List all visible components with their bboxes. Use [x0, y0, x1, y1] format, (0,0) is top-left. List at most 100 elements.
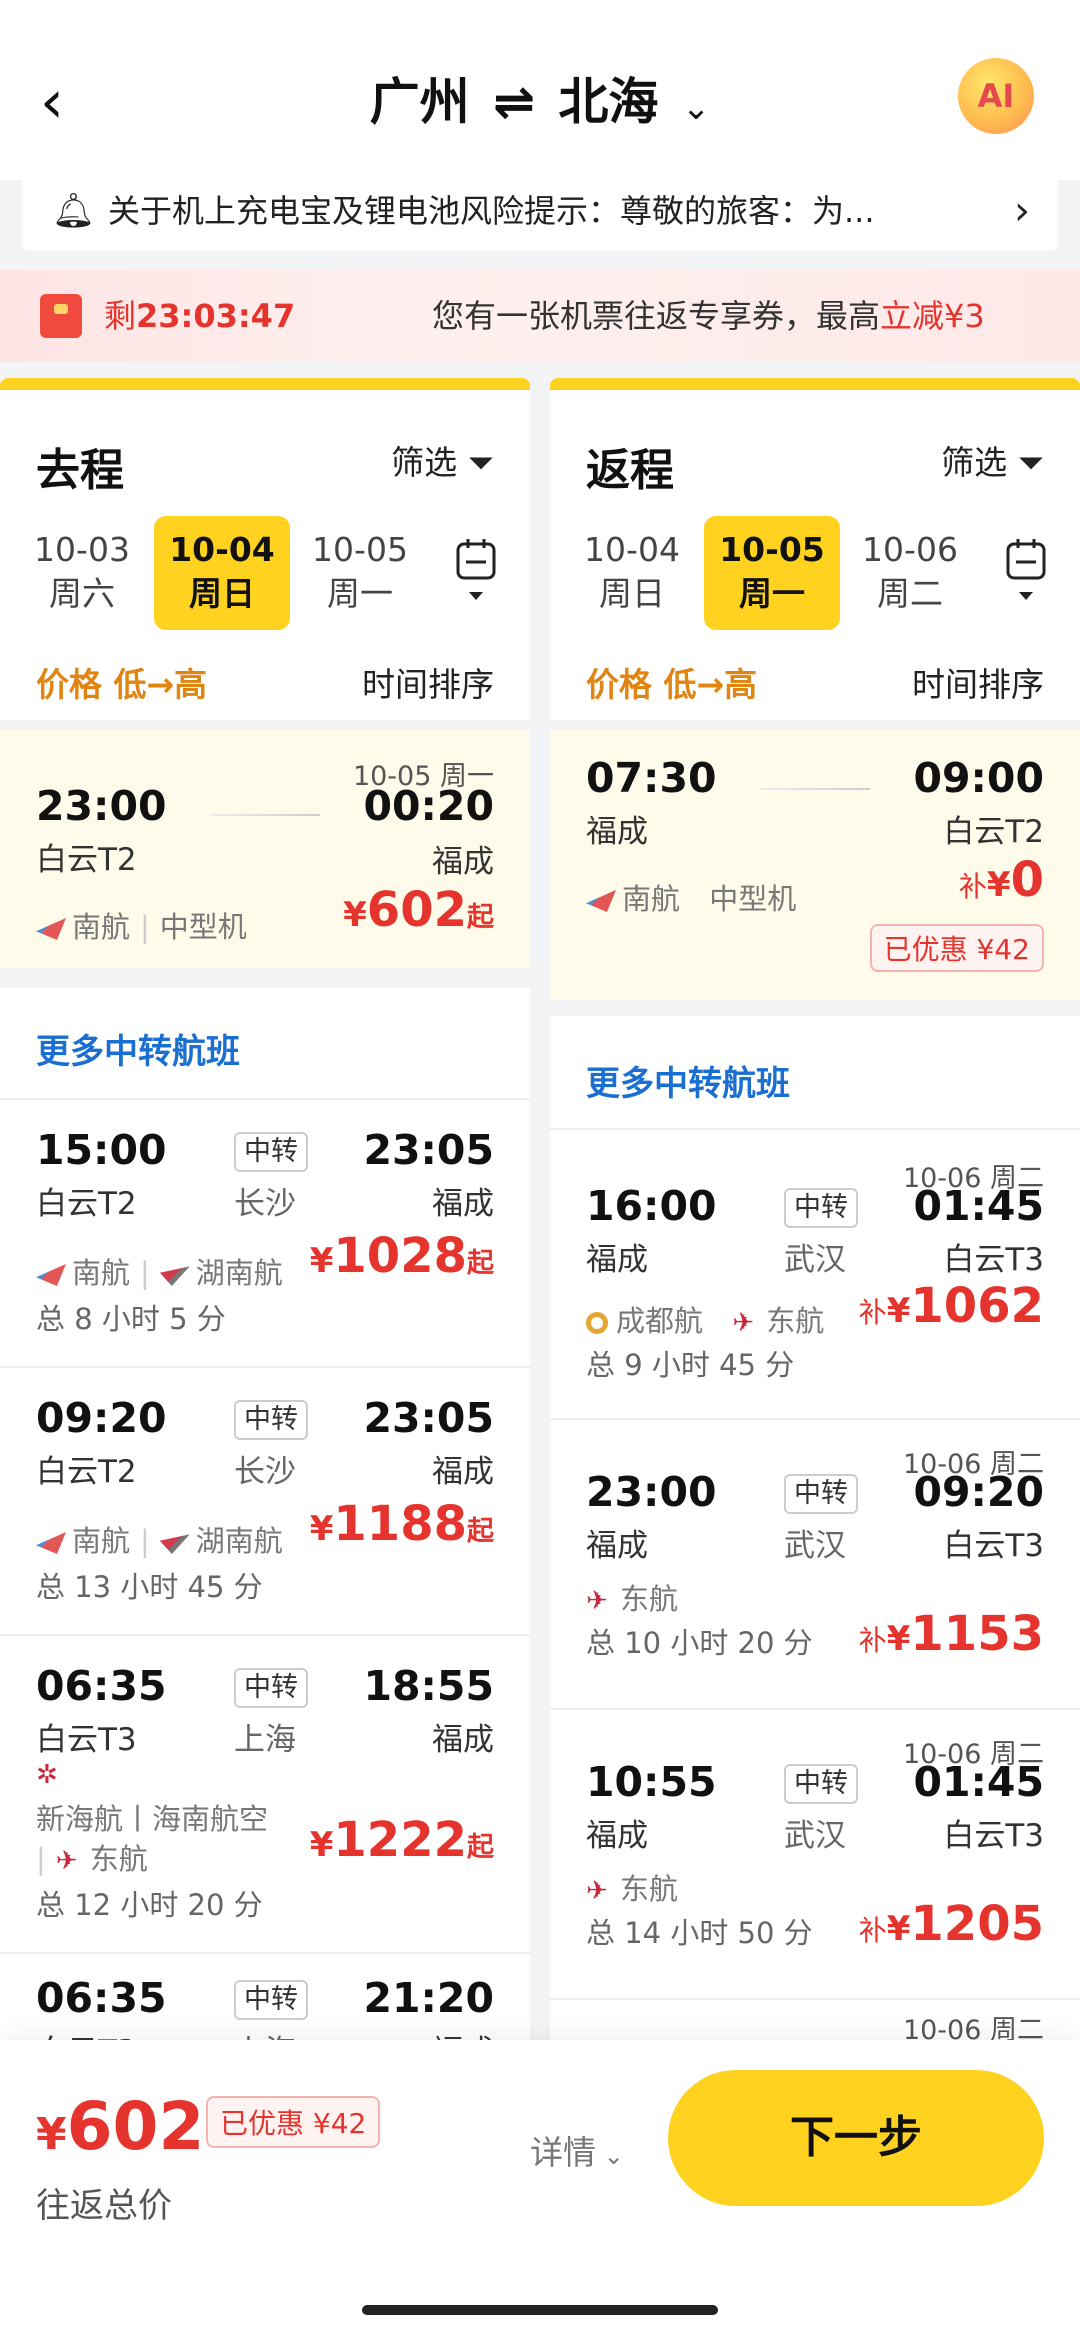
weekday-label: 周一 — [327, 574, 393, 613]
transfer-badge: 中转 — [784, 1474, 858, 1514]
filter-icon: ⏷ — [1017, 443, 1044, 482]
outbound-flight-card[interactable]: 09:20 中转 23:05 白云T2 长沙 福成 南航 | 湖南航 ¥1188起 … — [0, 1366, 530, 1634]
date-label: 10-03 — [34, 530, 130, 569]
transfer-city: 武汉 — [784, 1818, 846, 1854]
return-flight-card[interactable]: 10-06 周二 — [550, 1998, 1080, 2040]
more-transfer-label: 更多中转航班 — [36, 1032, 240, 1072]
timer-value: 23:03:47 — [136, 297, 296, 335]
airline-name: 南航 — [72, 1256, 131, 1290]
return-flight-card[interactable]: 10-06 周二 16:00 中转 01:45 福成 武汉 白云T3 成都航 ✈… — [550, 1128, 1080, 1418]
china-southern-icon — [586, 890, 616, 912]
return-date-2[interactable]: 10-06 周二 — [842, 516, 978, 630]
sort-by-price[interactable]: 价格 低→高 — [586, 658, 757, 706]
outbound-date-1[interactable]: 10-04 周日 — [154, 516, 290, 630]
outbound-flight-card[interactable]: 15:00 中转 23:05 白云T2 长沙 福成 南航 | 湖南航 ¥1028起 … — [0, 1098, 530, 1366]
price-prefix: 补 — [958, 870, 987, 903]
more-transfer-label: 更多中转航班 — [586, 1064, 790, 1104]
airline-info-2: | ✈︎ 东航 — [36, 1842, 148, 1876]
arrival-airport: 白云T3 — [943, 1528, 1044, 1564]
departure-airport: 福成 — [586, 1242, 648, 1278]
transfer-badge: 中转 — [234, 1980, 308, 2020]
china-southern-icon — [36, 1532, 66, 1554]
departure-airport: 福成 — [586, 814, 648, 850]
return-flight-card[interactable]: 10-06 周二 23:00 中转 09:20 福成 武汉 白云T3 ✈︎ 东航 … — [550, 1418, 1080, 1708]
price-suffix: 起 — [467, 1248, 494, 1279]
outbound-flight-card[interactable]: 06:35 中转 18:55 白云T3 上海 福成 ✲ 新海航丨海南航空 | ✈︎… — [0, 1634, 530, 1952]
detail-button[interactable]: 详情 ⌄ — [530, 2126, 624, 2174]
ai-assistant-button[interactable]: AI — [958, 58, 1034, 134]
filter-label: 筛选 — [391, 443, 458, 482]
total-price-value: 602 — [66, 2088, 205, 2165]
departure-time: 06:35 — [36, 1974, 167, 2022]
departure-time: 16:00 — [586, 1182, 717, 1230]
sort-by-time[interactable]: 时间排序 — [912, 658, 1044, 706]
flight-line — [760, 788, 870, 790]
arrival-airport: 福成 — [432, 844, 494, 880]
departure-airport: 福成 — [586, 1818, 648, 1854]
sort-by-time[interactable]: 时间排序 — [362, 658, 494, 706]
arrival-airport: 白云T3 — [943, 1818, 1044, 1854]
airline-info: 南航 | 湖南航 — [36, 1250, 283, 1292]
next-step-button[interactable]: 下一步 — [668, 2070, 1044, 2206]
sort-by-price[interactable]: 价格 低→高 — [36, 658, 207, 706]
arrival-time: 01:45 — [913, 1182, 1044, 1230]
price-value: 1153 — [910, 1606, 1044, 1662]
transfer-city: 长沙 — [234, 1186, 296, 1222]
more-transfer-header[interactable]: 更多中转航班 — [550, 1016, 1080, 1128]
currency: ¥ — [36, 2109, 67, 2160]
bottom-bar: ¥602 已优惠 ¥42 往返总价 详情 ⌄ 下一步 — [0, 2040, 1080, 2334]
timer-prefix: 剩 — [104, 297, 137, 335]
china-eastern-icon: ✈︎ — [732, 1308, 755, 1338]
outbound-date-0[interactable]: 10-03 周六 — [14, 516, 150, 630]
outbound-date-2[interactable]: 10-05 周一 — [292, 516, 428, 630]
price-value: 0 — [1010, 852, 1044, 908]
airline-info: 南航 | 中型机 — [36, 904, 247, 946]
chevron-down-icon: ⌄ — [596, 2142, 624, 2170]
coupon-text-a: 您有一张机票往返专享券，最高 — [432, 297, 881, 335]
outbound-flight-card[interactable]: 06:35 中转 21:20 白云T3 上海 福成 — [0, 1952, 530, 2040]
discount-badge: 已优惠 ¥42 — [869, 924, 1044, 972]
departure-airport: 白云T3 — [36, 1722, 137, 1758]
airline-name: 南航 — [622, 882, 681, 916]
filter-icon: ⏷ — [467, 443, 494, 482]
weekday-label: 周一 — [739, 574, 805, 613]
route-selector[interactable]: 广州 ⇌ 北海 ⌄ — [0, 62, 1080, 142]
airline-info: ✈︎ 东航 — [586, 1866, 678, 1908]
price-value: 1222 — [333, 1812, 467, 1868]
home-indicator[interactable] — [362, 2305, 718, 2315]
coupon-text-b: 立减¥3 — [880, 297, 985, 335]
return-filter-button[interactable]: 筛选 ⏷ — [941, 436, 1044, 484]
price: 补¥1205 — [858, 1896, 1044, 1952]
airline-name-2: 湖南航 — [195, 1256, 283, 1290]
arrival-time: 01:45 — [913, 1758, 1044, 1806]
date-label: 10-04 — [169, 530, 275, 569]
chevron-down-icon: ⌄ — [681, 88, 711, 128]
return-date-0[interactable]: 10-04 周日 — [564, 516, 700, 630]
aircraft-type: 中型机 — [709, 882, 797, 916]
notice-bar[interactable]: 🔔︎ 关于机上充电宝及锂电池风险提示：尊敬的旅客：为... › — [22, 172, 1058, 250]
calendar-icon[interactable] — [454, 536, 498, 608]
arrival-airport: 白云T2 — [943, 814, 1044, 850]
arrival-airport: 福成 — [432, 1186, 494, 1222]
outbound-title: 去程 — [36, 445, 124, 496]
total-price: ¥602 — [36, 2088, 204, 2165]
price: ¥1028起 — [309, 1228, 494, 1284]
price: ¥1222起 — [309, 1812, 494, 1868]
flight-line — [210, 814, 320, 816]
price-value: 1205 — [910, 1896, 1044, 1952]
outbound-best-flight[interactable]: 10-05 周一 23:00 00:20 白云T2 福成 南航 | 中型机 ¥602… — [0, 730, 530, 968]
total-duration: 总 9 小时 45 分 — [586, 1348, 795, 1382]
airline-name: 南航 — [72, 1524, 131, 1558]
more-transfer-header[interactable]: 更多中转航班 — [0, 988, 530, 1098]
aircraft-type: 中型机 — [159, 910, 247, 944]
outbound-filter-button[interactable]: 筛选 ⏷ — [391, 436, 494, 484]
price: 补¥1153 — [858, 1606, 1044, 1662]
date-label: 10-04 — [584, 530, 680, 569]
return-flight-card[interactable]: 10-06 周二 10:55 中转 01:45 福成 武汉 白云T3 ✈︎ 东航 … — [550, 1708, 1080, 1998]
return-date-1[interactable]: 10-05 周一 — [704, 516, 840, 630]
calendar-icon[interactable] — [1004, 536, 1048, 608]
departure-airport: 白云T2 — [36, 1186, 137, 1222]
weekday-label: 周日 — [189, 574, 255, 613]
return-best-flight[interactable]: 07:30 09:00 福成 白云T2 南航 中型机 补¥0 已优惠 ¥42 — [550, 730, 1080, 1000]
coupon-banner[interactable]: 剩23:03:47 您有一张机票往返专享券，最高立减¥3 — [0, 270, 1080, 362]
